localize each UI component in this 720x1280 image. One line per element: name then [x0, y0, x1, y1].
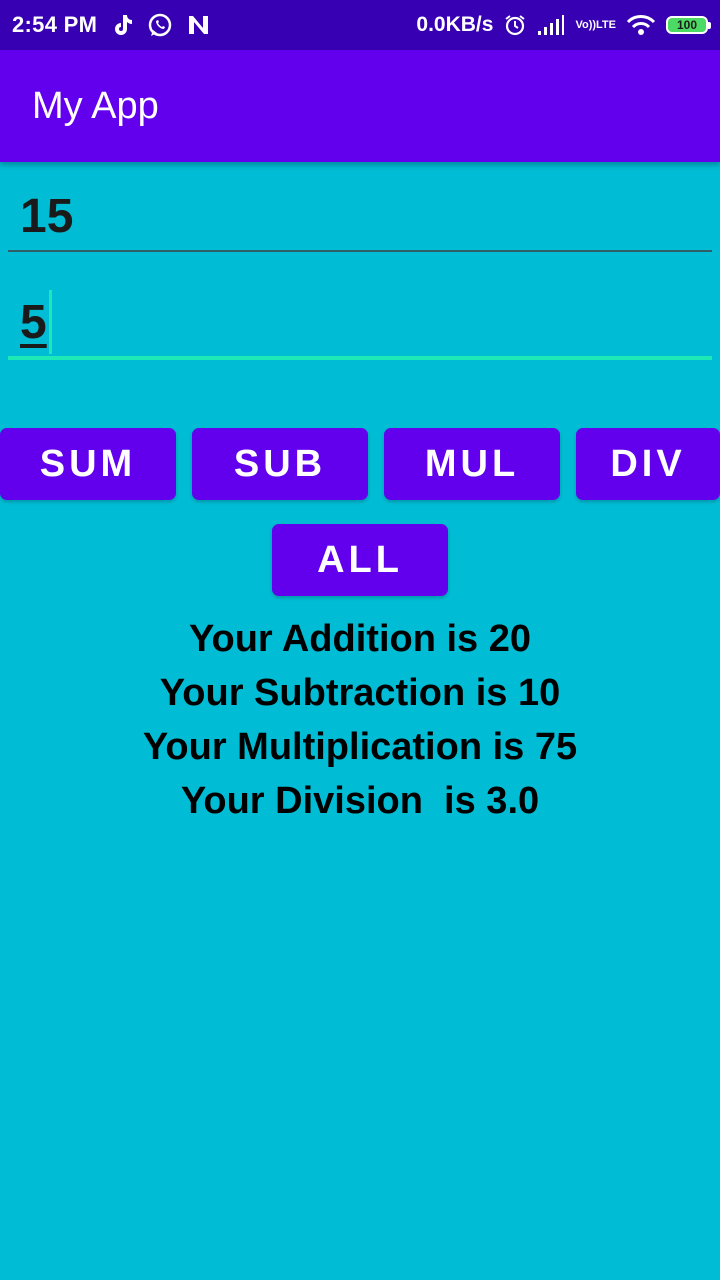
status-time: 2:54 PM — [12, 12, 98, 37]
tiktok-icon — [111, 13, 133, 37]
battery-icon: 100 — [666, 16, 711, 34]
alarm-icon — [503, 13, 527, 37]
second-number-value: 5 — [20, 295, 47, 349]
addition-result: Your Addition is 20 — [188, 618, 532, 660]
volte-icon: Vo)) LTE — [575, 18, 616, 31]
second-number-input[interactable]: 5 — [8, 288, 712, 360]
network-speed: 0.0KB/s — [416, 13, 494, 36]
results-panel: Your Addition is 20 Your Subtraction is … — [0, 612, 720, 828]
multiplication-result: Your Multiplication is 75 — [142, 726, 578, 768]
notification-n-icon — [187, 14, 211, 36]
battery-level: 100 — [676, 18, 698, 32]
volte-top-label: Vo)) — [575, 18, 597, 31]
first-number-value: 15 — [20, 189, 74, 243]
sum-button[interactable]: SUM — [0, 428, 176, 500]
signal-icon — [537, 14, 565, 36]
wifi-icon — [626, 14, 656, 36]
text-cursor — [48, 290, 52, 354]
volte-bottom-label: LTE — [596, 18, 616, 31]
first-number-input[interactable]: 15 — [8, 182, 712, 252]
app-title: My App — [32, 84, 159, 127]
sub-button[interactable]: SUB — [192, 428, 368, 500]
subtraction-result: Your Subtraction is 10 — [159, 672, 561, 714]
status-bar: 2:54 PM 0.0KB/s Vo)) LTE 100 — [0, 0, 720, 50]
div-button[interactable]: DIV — [576, 428, 720, 500]
whatsapp-icon — [147, 12, 173, 38]
app-bar: My App — [0, 50, 720, 162]
mul-button[interactable]: MUL — [384, 428, 560, 500]
division-result: Your Division is 3.0 — [180, 780, 540, 822]
all-button[interactable]: ALL — [272, 524, 448, 596]
